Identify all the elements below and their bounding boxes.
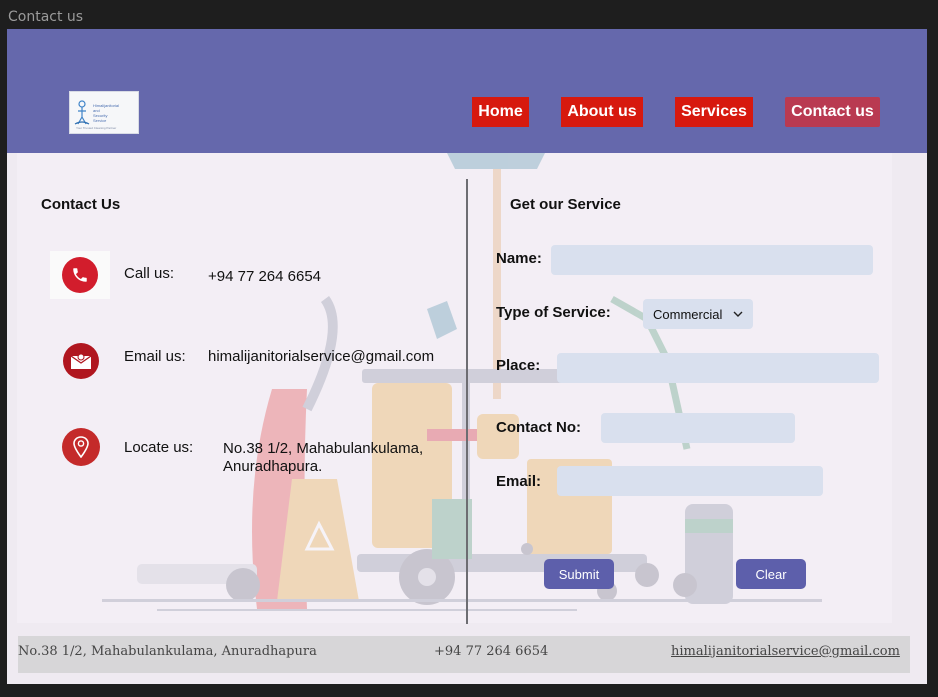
location-icon-box <box>51 423 111 471</box>
company-logo[interactable]: Himalijanitorial and Security Service Yo… <box>69 91 139 134</box>
place-input[interactable] <box>557 353 879 383</box>
chevron-down-icon <box>733 311 743 317</box>
logo-cleaner-icon <box>74 99 90 125</box>
page: Himalijanitorial and Security Service Yo… <box>7 29 927 684</box>
submit-button[interactable]: Submit <box>544 559 614 589</box>
locate-us-value: No.38 1/2, Mahabulankulama, Anuradhapura… <box>223 440 424 475</box>
email-label: Email: <box>496 473 542 490</box>
contact-no-input[interactable] <box>601 413 795 443</box>
nav-services-button[interactable]: Services <box>675 97 753 127</box>
place-label: Place: <box>496 357 541 374</box>
call-us-label: Call us: <box>124 265 175 282</box>
nav-home-button[interactable]: Home <box>472 97 529 127</box>
email-us-label: Email us: <box>124 348 186 365</box>
logo-text: Himalijanitorial and Security Service <box>93 102 120 123</box>
contact-us-title: Contact Us <box>41 196 121 213</box>
name-input[interactable] <box>551 245 873 275</box>
nav-about-button[interactable]: About us <box>561 97 643 127</box>
clear-button[interactable]: Clear <box>736 559 806 589</box>
contact-no-label: Contact No: <box>496 419 581 436</box>
name-label: Name: <box>496 250 542 267</box>
email-input[interactable] <box>557 466 823 496</box>
footer-phone: +94 77 264 6654 <box>434 644 549 659</box>
location-pin-icon <box>62 428 100 466</box>
logo-tagline: Your Trusted Cleaning Partner <box>76 126 117 130</box>
mail-icon <box>63 343 99 379</box>
call-us-value: +94 77 264 6654 <box>208 268 322 285</box>
service-type-select[interactable]: Commercial <box>643 299 753 329</box>
locate-us-label: Locate us: <box>124 439 194 456</box>
column-divider <box>466 179 468 624</box>
footer: No.38 1/2, Mahabulankulama, Anuradhapura… <box>18 636 910 673</box>
phone-icon <box>62 257 98 293</box>
footer-address: No.38 1/2, Mahabulankulama, Anuradhapura <box>18 644 317 659</box>
phone-icon-box <box>50 251 110 299</box>
header: Himalijanitorial and Security Service Yo… <box>7 29 927 153</box>
service-type-label: Type of Service: <box>496 304 611 321</box>
nav-contact-button[interactable]: Contact us <box>785 97 880 127</box>
get-service-title: Get our Service <box>510 196 621 213</box>
service-type-value: Commercial <box>653 306 723 322</box>
email-us-value: himalijanitorialservice@gmail.com <box>208 348 435 365</box>
frame-title: Contact us <box>8 9 84 25</box>
footer-email-link[interactable]: himalijanitorialservice@gmail.com <box>671 644 900 659</box>
content-panel <box>17 153 892 623</box>
mail-icon-box <box>51 337 111 385</box>
